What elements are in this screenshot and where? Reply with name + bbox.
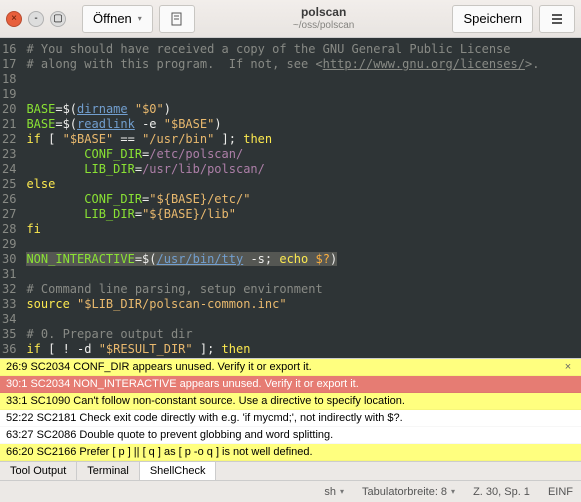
minimize-icon[interactable]: ‑	[28, 11, 44, 27]
lint-message[interactable]: 63:27 SC2086 Double quote to prevent glo…	[0, 427, 581, 444]
open-button[interactable]: Öffnen ▾	[82, 5, 153, 33]
tab-tool-output[interactable]: Tool Output	[0, 462, 77, 480]
messages-panel: 26:9 SC2034 CONF_DIR appears unused. Ver…	[0, 358, 581, 480]
close-icon[interactable]: ×	[6, 11, 22, 27]
titlebar: × ‑ ▢ Öffnen ▾ polscan ~/oss/polscan Spe…	[0, 0, 581, 38]
statusbar: sh ▾ Tabulatorbreite: 8 ▾ Z. 30, Sp. 1 E…	[0, 480, 581, 502]
save-button[interactable]: Speichern	[452, 5, 533, 33]
lint-message[interactable]: 52:22 SC2181 Check exit code directly wi…	[0, 410, 581, 427]
window-buttons: × ‑ ▢	[6, 11, 66, 27]
window-subtitle: ~/oss/polscan	[201, 20, 447, 31]
tab-shellcheck[interactable]: ShellCheck	[140, 462, 217, 480]
panel-tabs: Tool Output Terminal ShellCheck	[0, 461, 581, 480]
chevron-down-icon: ▾	[451, 487, 455, 496]
chevron-down-icon: ▾	[138, 14, 142, 23]
chevron-down-icon: ▾	[340, 487, 344, 496]
code-editor[interactable]: 16 17 18 19 20 21 22 23 24 25 26 27 28 2…	[0, 38, 581, 358]
status-language[interactable]: sh ▾	[324, 486, 344, 498]
code-area[interactable]: # You should have received a copy of the…	[22, 38, 539, 358]
maximize-icon[interactable]: ▢	[50, 11, 66, 27]
menu-button[interactable]	[539, 5, 575, 33]
window-title: polscan	[201, 6, 447, 19]
new-doc-icon	[170, 12, 184, 26]
title-area: polscan ~/oss/polscan	[201, 6, 447, 30]
hamburger-icon	[550, 12, 564, 26]
tab-terminal[interactable]: Terminal	[77, 462, 140, 480]
status-insert-mode[interactable]: EINF	[548, 486, 573, 498]
save-label: Speichern	[463, 11, 522, 26]
lint-message[interactable]: 33:1 SC1090 Can't follow non-constant so…	[0, 393, 581, 410]
new-document-button[interactable]	[159, 5, 195, 33]
lint-message[interactable]: 26:9 SC2034 CONF_DIR appears unused. Ver…	[0, 359, 581, 376]
lint-message[interactable]: 66:20 SC2166 Prefer [ p ] || [ q ] as [ …	[0, 444, 581, 461]
close-panel-icon[interactable]: ×	[561, 361, 575, 375]
status-tabwidth[interactable]: Tabulatorbreite: 8 ▾	[362, 486, 455, 498]
lint-message[interactable]: 30:1 SC2034 NON_INTERACTIVE appears unus…	[0, 376, 581, 393]
open-label: Öffnen	[93, 11, 132, 26]
line-gutter: 16 17 18 19 20 21 22 23 24 25 26 27 28 2…	[0, 38, 22, 358]
status-position: Z. 30, Sp. 1	[473, 486, 530, 498]
